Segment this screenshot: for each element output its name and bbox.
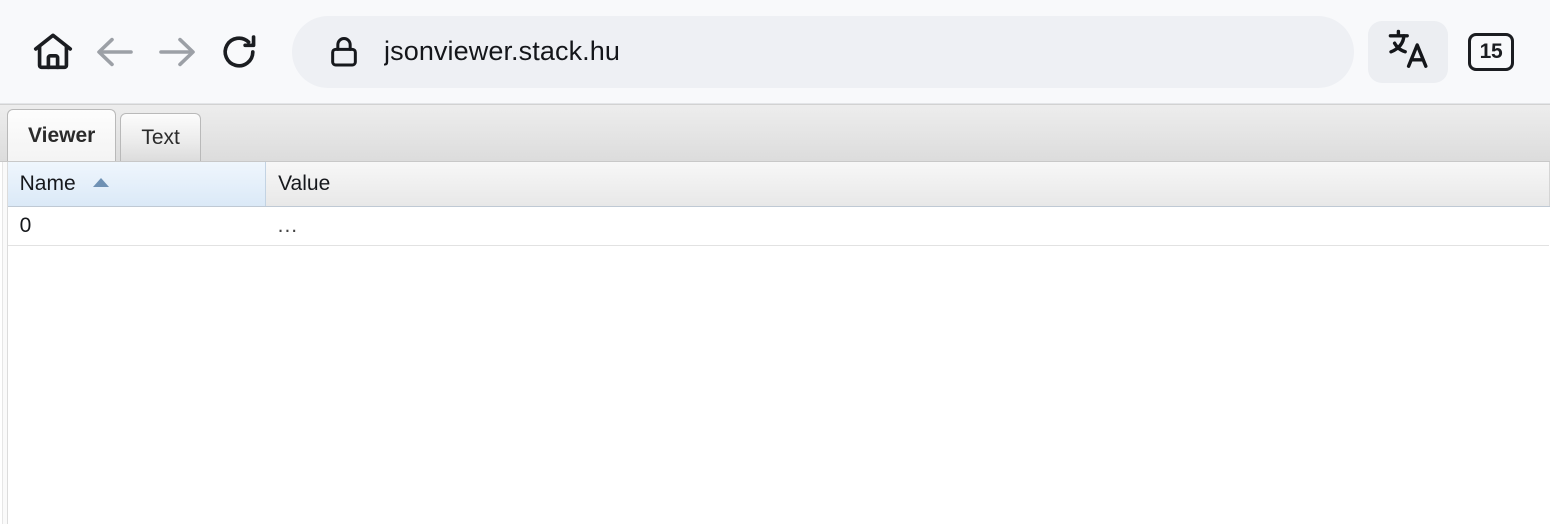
property-table: Name Value 0 ...: [7, 162, 1550, 246]
tree-leaf-_end[interactable]: _end : "2024-12-19T23:00:00.000Z": [0, 366, 2, 399]
tab-counter-button[interactable]: 15: [1454, 21, 1528, 83]
tab-viewer-label: Viewer: [28, 123, 96, 147]
column-header-value[interactable]: Value: [265, 162, 1550, 207]
table-cell-value: ...: [265, 206, 1550, 246]
tab-viewer[interactable]: Viewer: [7, 109, 117, 161]
tree-leaf-class[interactable]: _class : "ical_Wecker ical_today": [0, 300, 2, 333]
reload-button[interactable]: [208, 21, 270, 83]
viewer-tabstrip: Viewer Text: [0, 104, 1550, 162]
column-header-value-label: Value: [278, 171, 331, 195]
address-bar[interactable]: jsonviewer.stack.hu: [292, 15, 1354, 88]
tab-text-label: Text: [141, 125, 180, 149]
sort-ascending-icon: [93, 177, 110, 187]
table-cell-name: 0: [7, 206, 266, 246]
tree-leaf-_date[interactable]: _date : "2024-12-18T23:00:00.000Z": [0, 333, 2, 366]
back-button[interactable]: [84, 21, 146, 83]
translate-button[interactable]: [1368, 20, 1448, 83]
tree-node-0[interactable]: { } 0: [0, 201, 2, 234]
lock-icon: [322, 30, 366, 74]
column-header-name[interactable]: Name: [7, 162, 267, 207]
tree-leaf-date[interactable]: date : "19.12.2024 ": [0, 234, 2, 267]
json-tree-pane[interactable]: [ ] JSON { } 0 date : "19.12.2024 " even…: [0, 162, 2, 524]
arrow-right-icon: [153, 28, 201, 76]
tab-text[interactable]: Text: [120, 113, 201, 161]
tab-count-label: 15: [1468, 32, 1514, 71]
translate-icon: [1384, 25, 1432, 78]
table-row[interactable]: 0 ...: [7, 206, 1550, 246]
tree-leaf-event[interactable]: event : "Wecker": [0, 267, 2, 300]
url-text[interactable]: jsonviewer.stack.hu: [384, 36, 620, 67]
tree-leaf-_section[interactable]: _section : "11:00": [0, 399, 2, 432]
property-table-pane: Name Value 0 ...: [7, 162, 1550, 524]
table-header-row: Name Value: [7, 162, 1550, 207]
home-button[interactable]: [22, 21, 84, 83]
reload-icon: [216, 29, 262, 75]
json-tree: [ ] JSON { } 0 date : "19.12.2024 " even…: [0, 168, 2, 465]
tree-node-root[interactable]: [ ] JSON: [0, 168, 2, 201]
home-icon: [30, 29, 76, 75]
column-header-name-label: Name: [19, 171, 76, 195]
tree-leaf-_IDID[interactable]: _IDID : "......": [0, 432, 2, 465]
viewer-content: [ ] JSON { } 0 date : "19.12.2024 " even…: [0, 162, 1550, 524]
browser-toolbar: jsonviewer.stack.hu 15: [0, 0, 1550, 104]
forward-button[interactable]: [146, 21, 208, 83]
arrow-left-icon: [91, 28, 139, 76]
